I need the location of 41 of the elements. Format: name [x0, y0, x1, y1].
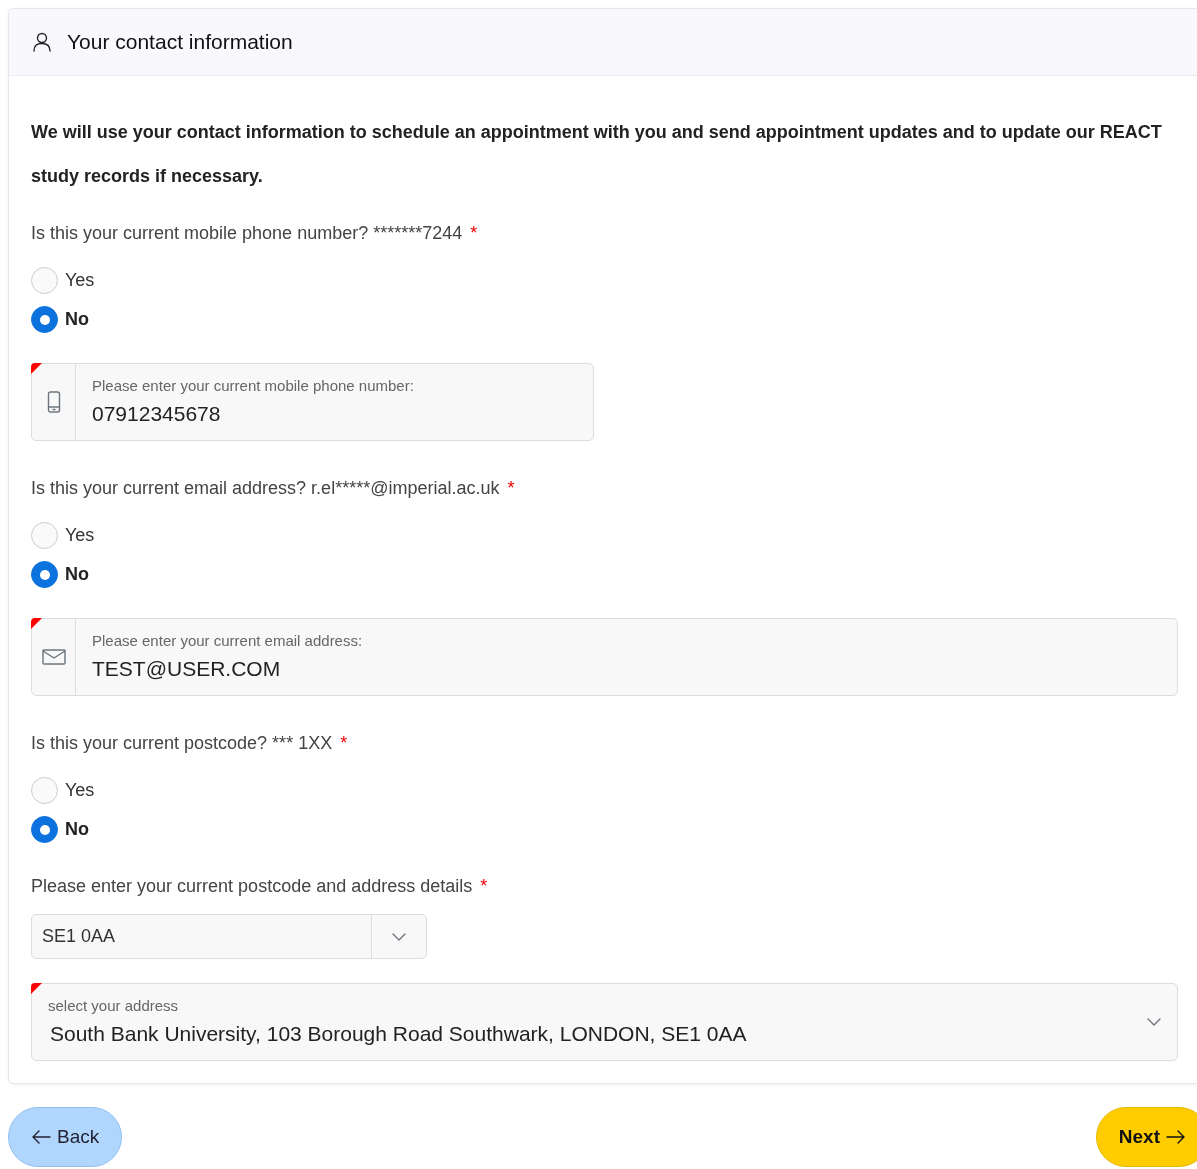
field-label: Please enter your current mobile phone number: [92, 376, 415, 396]
radio-button[interactable] [31, 777, 58, 804]
phone-icon [46, 391, 61, 413]
postcode-field[interactable]: SE1 0AA [31, 914, 427, 959]
radio-label[interactable]: Yes [65, 777, 95, 804]
email-field[interactable]: Please enter your current email address: TEST@USER.COM [31, 618, 1178, 696]
question-label: Is this your current email address? r.el*****@imperial.ac.uk [31, 477, 500, 500]
chevron-down-icon [1147, 1018, 1161, 1026]
radio-button[interactable] [31, 816, 58, 843]
arrow-right-icon [1166, 1130, 1186, 1144]
envelope-icon [41, 649, 66, 665]
intro-text: We will use your contact information to schedule an appointment with you and send appointment updates and to update our REACT study records if necessary. [31, 121, 1163, 188]
required-mark: * [480, 875, 488, 898]
field-label: Please enter your current email address: [92, 631, 364, 651]
radio-label[interactable]: Yes [65, 522, 95, 549]
radio-label[interactable]: Yes [65, 267, 95, 294]
radio-button[interactable] [31, 522, 58, 549]
chevron-down-icon [392, 932, 406, 941]
phone-field[interactable]: Please enter your current mobile phone number: 07912345678 [31, 363, 594, 441]
field-value: TEST@USER.COM [92, 652, 1161, 684]
radio-button[interactable] [31, 561, 58, 588]
radio-label[interactable]: No [65, 816, 89, 843]
card-title: Your contact information [67, 29, 293, 56]
selected-address: South Bank University, 103 Borough Road Southwark, LONDON, SE1 0AA [49, 1020, 748, 1047]
required-mark: * [507, 477, 515, 500]
question-label: Is this your current mobile phone number? *******7244 [31, 222, 463, 245]
radio-button[interactable] [31, 267, 58, 294]
next-button[interactable]: Next [1095, 1107, 1197, 1167]
field-label: select your address [48, 996, 180, 1016]
question-label: Please enter your current postcode and address details [31, 875, 473, 898]
field-value: 07912345678 [92, 397, 577, 429]
question-label: Is this your current postcode? *** 1XX [31, 732, 333, 755]
required-mark: * [470, 222, 478, 245]
address-select[interactable]: select your address South Bank University, 103 Borough Road Southwark, LONDON, SE1 0AA [31, 983, 1178, 1061]
radio-button[interactable] [31, 306, 58, 333]
back-button[interactable]: Back [8, 1107, 123, 1167]
radio-label[interactable]: No [65, 306, 89, 333]
required-mark: * [340, 732, 348, 755]
person-icon [33, 32, 51, 52]
radio-label[interactable]: No [65, 561, 89, 588]
arrow-left-icon [31, 1130, 51, 1144]
